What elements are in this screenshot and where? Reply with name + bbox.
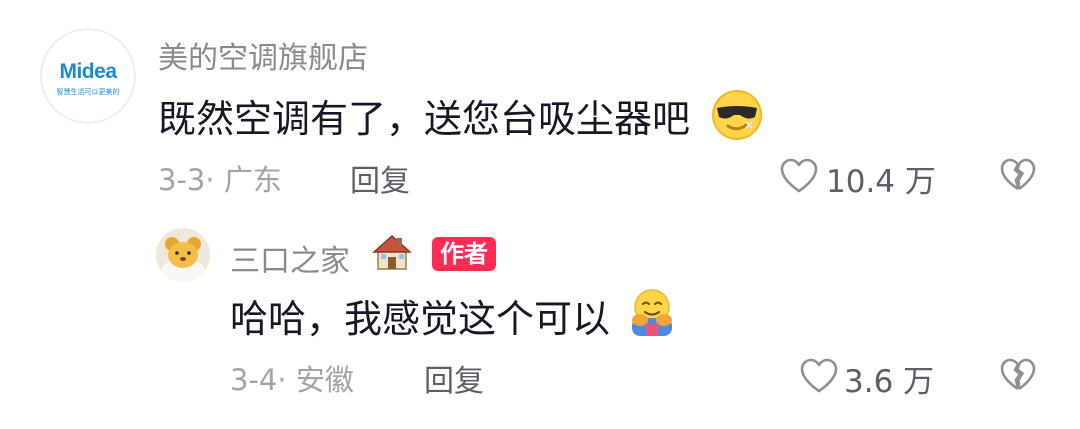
cool-face-emoji [710,88,764,142]
reply-username[interactable]: 三口之家 [230,236,350,280]
comment-text: 既然空调有了，送您台吸尘器吧 [158,97,691,141]
reply-date: 3-4 [230,363,278,397]
reply-button[interactable]: 回复 [424,356,484,400]
midea-tagline: 智慧生活可以更美的 [56,88,120,96]
like-count: 10.4 万 [826,164,936,200]
reply-item: 三口之家 作者 哈哈，我感觉这个可以 3-4· 安徽 回复 3.6 万 [0,210,1080,429]
reply-text: 哈哈，我感觉这个可以 [230,297,611,341]
meta-separator: · [277,363,296,397]
meta-separator: · [205,163,224,197]
heart-outline-icon [780,158,818,194]
reply-meta: 3-4· 安徽 [230,357,354,399]
like-button[interactable]: 3.6 万 [800,356,940,400]
comment-item: Midea 智慧生活可以更美的 美的空调旗舰店 既然空调有了，送您台吸尘器吧 3… [0,0,1080,210]
author-badge: 作者 [432,237,496,271]
like-count: 3.6 万 [844,364,935,400]
broken-heart-icon[interactable] [1000,358,1036,392]
avatar[interactable] [156,228,210,282]
broken-heart-icon[interactable] [1000,158,1036,192]
like-button[interactable]: 10.4 万 [780,156,940,200]
midea-logo: Midea [59,60,117,83]
comment-location: 广东 [223,163,282,197]
comment-username[interactable]: 美的空调旗舰店 [158,33,368,77]
comment-meta: 3-3· 广东 [158,157,282,199]
comment-date: 3-3 [158,163,206,197]
house-emoji [372,232,412,272]
hug-emoji [626,286,678,338]
heart-outline-icon [800,358,838,394]
reply-button[interactable]: 回复 [350,156,410,200]
avatar[interactable]: Midea 智慧生活可以更美的 [40,28,136,124]
reply-location: 安徽 [295,363,354,397]
